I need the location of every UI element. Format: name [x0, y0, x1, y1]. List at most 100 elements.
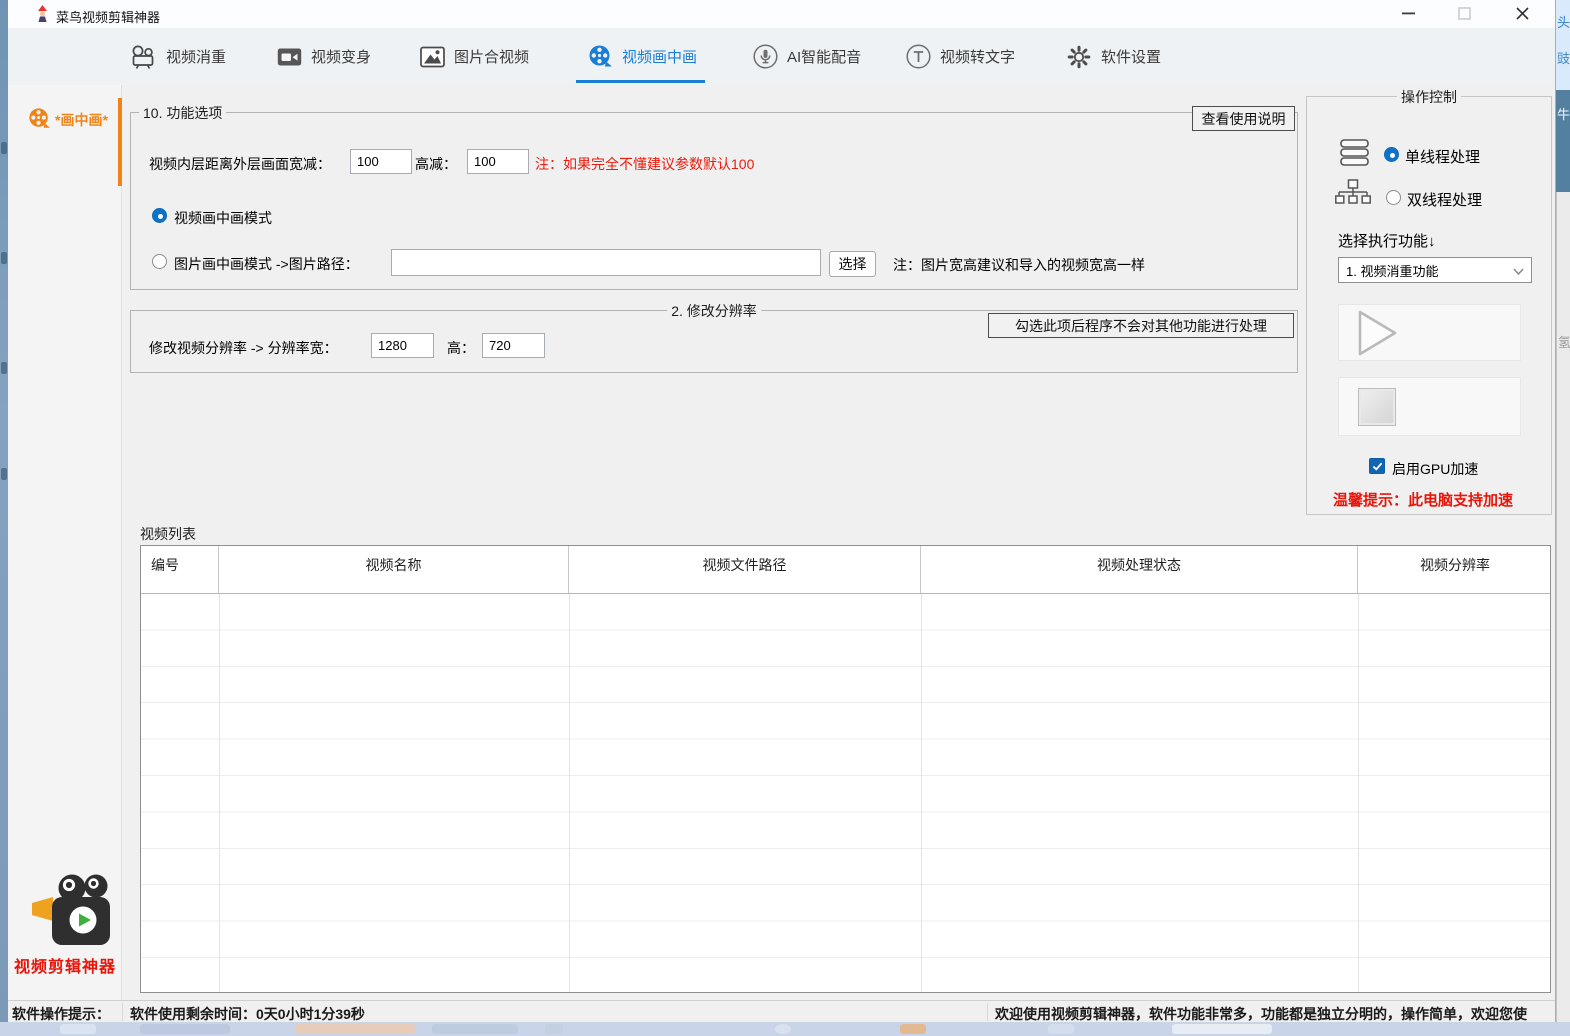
tab-label: 视频转文字: [940, 46, 1015, 67]
column-divider: [569, 594, 570, 992]
text-circle-icon: [906, 44, 931, 69]
sidebar: *画中画* 视频剪辑神器: [8, 85, 122, 1000]
maximize-button[interactable]: [1448, 2, 1480, 25]
active-indicator-bar: [118, 98, 122, 186]
image-path-input[interactable]: [391, 249, 821, 276]
taskbar[interactable]: [0, 1022, 1570, 1036]
function-select-dropdown[interactable]: 1. 视频消重功能: [1338, 257, 1532, 283]
double-thread-icon: [1335, 179, 1371, 212]
view-instructions-button[interactable]: 查看使用说明: [1192, 106, 1295, 131]
group-title: 10. 功能选项: [139, 103, 226, 123]
inner-width-input[interactable]: [350, 149, 412, 174]
gpu-checkbox-label: 启用GPU加速: [1392, 459, 1478, 479]
double-thread-radio[interactable]: [1386, 190, 1401, 205]
film-reel-icon: [28, 107, 51, 135]
video-pip-mode-label: 视频画中画模式: [174, 208, 272, 228]
video-camera-icon: [277, 46, 302, 68]
tab-bar: 视频消重 视频变身: [8, 28, 1555, 85]
image-pip-mode-radio[interactable]: [152, 254, 167, 269]
status-separator: [122, 1003, 123, 1021]
default-param-note: 注：如果完全不懂建议参数默认100: [535, 154, 754, 174]
background-window-fragment: 头 豉: [1556, 0, 1570, 90]
resolution-width-input[interactable]: [371, 333, 434, 358]
image-size-note: 注：图片宽高建议和导入的视频宽高一样: [893, 255, 1145, 275]
resolution-height-input[interactable]: [482, 333, 545, 358]
inner-height-input[interactable]: [467, 149, 529, 174]
app-logo-camera-icon: [32, 873, 114, 956]
select-function-label: 选择执行功能↓: [1338, 230, 1436, 251]
taskbar-icon-blur: [1048, 1024, 1074, 1034]
tab-label: AI智能配音: [787, 46, 861, 67]
desktop-icon-fragment: [1, 252, 7, 264]
screen: 菜鸟视频剪辑神器: [0, 0, 1570, 1036]
chevron-down-icon: [1513, 263, 1524, 278]
function-selected-value: 1. 视频消重功能: [1346, 261, 1438, 280]
gpu-support-tip: 温馨提示：此电脑支持加速: [1333, 489, 1513, 510]
minimize-button[interactable]: [1392, 2, 1424, 25]
taskbar-icon-blur: [140, 1024, 230, 1034]
tab-video-dedup[interactable]: 视频消重: [130, 28, 226, 85]
tab-image-to-video[interactable]: 图片合视频: [420, 28, 529, 85]
taskbar-icon-blur: [545, 1024, 563, 1034]
tab-video-pip[interactable]: 视频画中画: [588, 28, 697, 85]
gear-icon: [1066, 44, 1092, 70]
single-thread-icon: [1339, 137, 1370, 173]
function-options-group: 10. 功能选项 查看使用说明 视频内层距离外层画面宽减： 高减： 注：如果完全…: [130, 112, 1298, 290]
film-reel-icon: [588, 44, 613, 69]
table-body-empty: [141, 594, 1550, 992]
sidebar-item-pip[interactable]: *画中画*: [28, 107, 122, 137]
taskbar-icon-blur: [775, 1024, 791, 1034]
start-button[interactable]: [1338, 304, 1521, 361]
tab-label: 图片合视频: [454, 46, 529, 67]
tab-label: 视频变身: [311, 46, 371, 67]
app-logo-icon: [34, 5, 51, 28]
stop-icon: [1358, 388, 1396, 426]
clipped-text-fragment: 氢: [1558, 332, 1570, 351]
logo-caption: 视频剪辑神器: [12, 953, 118, 977]
stop-button[interactable]: [1338, 377, 1521, 436]
close-button[interactable]: [1506, 2, 1538, 25]
column-header-resolution: 视频分辨率: [1358, 546, 1552, 593]
column-header-status: 视频处理状态: [921, 546, 1358, 593]
status-bar: 软件操作提示： 软件使用剩余时间：0天0小时1分39秒 欢迎使用视频剪辑神器，软…: [8, 1000, 1555, 1022]
video-pip-mode-radio[interactable]: [152, 208, 167, 223]
tab-video-to-text[interactable]: 视频转文字: [906, 28, 1015, 85]
image-pip-mode-label: 图片画中画模式 ->图片路径：: [174, 254, 359, 274]
exclusive-process-button[interactable]: 勾选此项后程序不会对其他功能进行处理: [988, 313, 1294, 338]
column-divider: [921, 594, 922, 992]
desktop-edge-left: [0, 0, 8, 1036]
title-bar: 菜鸟视频剪辑神器: [8, 0, 1555, 28]
operation-control-panel: 操作控制 单线程处理: [1306, 96, 1552, 515]
video-list-label: 视频列表: [140, 524, 196, 544]
clipped-text-fragment: 牛: [1557, 104, 1570, 123]
group-title: 操作控制: [1397, 87, 1461, 107]
movie-camera-icon: [130, 45, 157, 69]
status-remaining-time: 软件使用剩余时间：0天0小时1分39秒: [130, 1004, 365, 1022]
background-window-edge: 头 豉 牛 氢: [1556, 0, 1570, 1022]
tab-label: 视频消重: [166, 46, 226, 67]
window-title: 菜鸟视频剪辑神器: [56, 7, 160, 26]
tab-video-transform[interactable]: 视频变身: [277, 28, 371, 85]
tab-ai-dubbing[interactable]: AI智能配音: [753, 28, 861, 85]
tab-settings[interactable]: 软件设置: [1066, 28, 1161, 85]
single-thread-label: 单线程处理: [1405, 146, 1480, 167]
tab-label: 视频画中画: [622, 46, 697, 67]
column-divider: [1358, 594, 1359, 992]
column-header-path: 视频文件路径: [569, 546, 921, 593]
desktop-icon-fragment: [1, 362, 7, 374]
background-window-fragment: 牛: [1556, 90, 1570, 192]
gpu-checkbox[interactable]: [1369, 458, 1385, 474]
choose-image-button[interactable]: 选择: [829, 251, 876, 277]
app-window: 菜鸟视频剪辑神器: [8, 0, 1556, 1022]
double-thread-label: 双线程处理: [1407, 189, 1482, 210]
taskbar-icon-blur: [1172, 1024, 1272, 1034]
tab-label: 软件设置: [1101, 46, 1161, 67]
inner-width-label: 视频内层距离外层画面宽减：: [149, 154, 331, 174]
taskbar-icon-blur: [900, 1024, 926, 1034]
column-header-index: 编号: [141, 546, 219, 593]
single-thread-radio[interactable]: [1384, 147, 1399, 162]
taskbar-icon-blur: [60, 1024, 96, 1034]
background-window-fragment: 氢: [1556, 192, 1570, 1022]
resolution-group: 2. 修改分辨率 勾选此项后程序不会对其他功能进行处理 修改视频分辨率 -> 分…: [130, 310, 1298, 373]
microphone-icon: [753, 44, 778, 69]
